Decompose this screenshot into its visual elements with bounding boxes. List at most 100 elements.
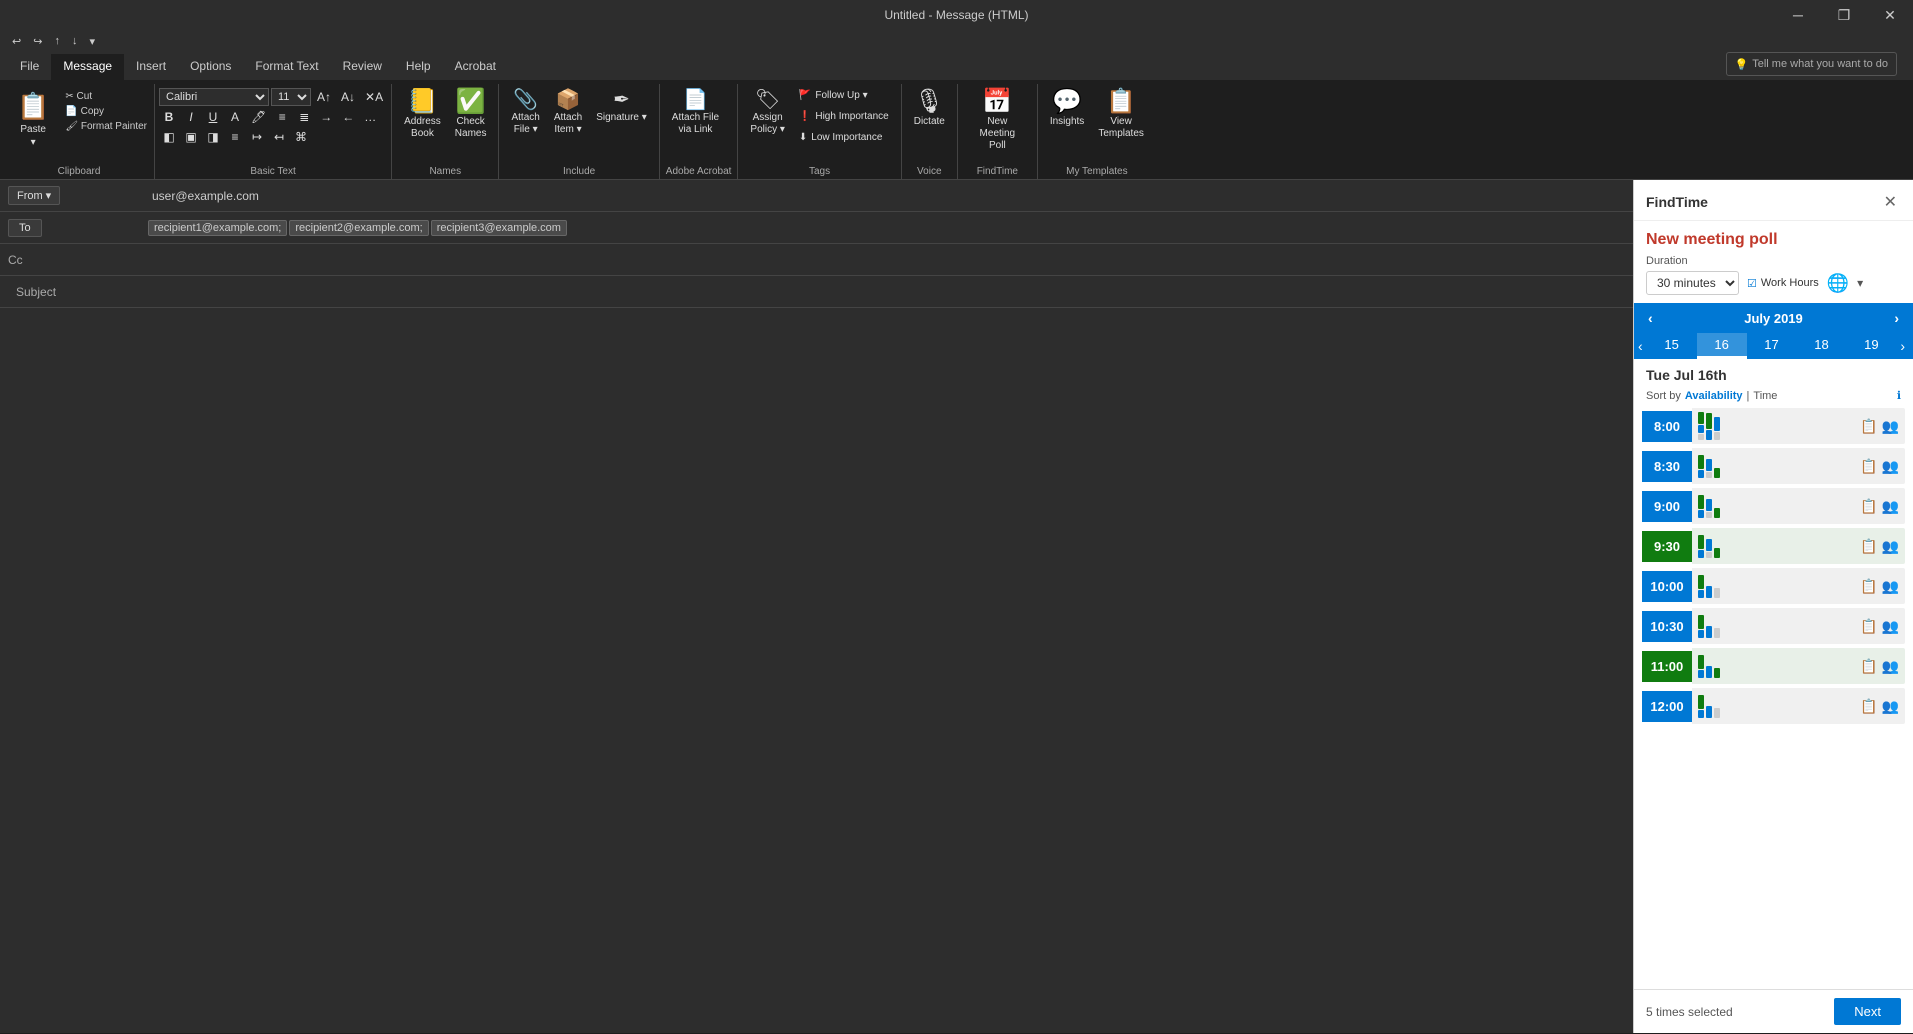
time-slot-1030-label[interactable]: 10:30: [1642, 611, 1692, 642]
qa-down[interactable]: ↓: [68, 33, 82, 49]
minimize-button[interactable]: ─: [1775, 0, 1821, 30]
outdent-button[interactable]: ←: [338, 108, 358, 126]
low-importance-button[interactable]: ⬇ Low Importance: [793, 128, 895, 147]
date-col-15[interactable]: 15: [1647, 333, 1697, 359]
signature-button[interactable]: ✒ Signature ▾: [590, 86, 653, 128]
slot-1030-copy-icon[interactable]: 📋: [1860, 618, 1877, 635]
cc-input[interactable]: [148, 251, 1625, 269]
numbered-list-button[interactable]: ≣: [294, 108, 314, 126]
format-painter-button[interactable]: 🖌 Format Painter: [62, 120, 150, 133]
next-button[interactable]: Next: [1834, 998, 1901, 1025]
slot-1200-copy-icon[interactable]: 📋: [1860, 698, 1877, 715]
font-size-select[interactable]: 11: [271, 88, 311, 106]
slot-830-copy-icon[interactable]: 📋: [1860, 458, 1877, 475]
bold-button[interactable]: B: [159, 108, 179, 126]
slot-800-detail-icon[interactable]: 👥: [1882, 418, 1899, 435]
shrink-font-button[interactable]: A↓: [337, 88, 359, 106]
tab-options[interactable]: Options: [178, 54, 243, 80]
paste-button[interactable]: 📋 Paste ▾: [8, 86, 58, 153]
qa-more[interactable]: ▾: [85, 33, 99, 50]
date-col-18[interactable]: 18: [1796, 333, 1846, 359]
time-slot-930-label[interactable]: 9:30: [1642, 531, 1692, 562]
timezone-icon[interactable]: 🌐: [1827, 273, 1849, 294]
tab-insert[interactable]: Insert: [124, 54, 178, 80]
more-para-button[interactable]: ⌘: [291, 128, 311, 146]
subject-input[interactable]: [148, 283, 1625, 301]
insights-button[interactable]: 💬 Insights: [1044, 86, 1090, 132]
date-col-16[interactable]: 16: [1697, 333, 1747, 359]
more-format-button[interactable]: …: [360, 108, 380, 126]
date-col-17[interactable]: 17: [1747, 333, 1797, 359]
time-slot-1200-label[interactable]: 12:00: [1642, 691, 1692, 722]
time-slot-800-label[interactable]: 8:00: [1642, 411, 1692, 442]
slot-800-copy-icon[interactable]: 📋: [1860, 418, 1877, 435]
tab-acrobat[interactable]: Acrobat: [443, 54, 508, 80]
bullet-list-button[interactable]: ≡: [272, 108, 292, 126]
close-button[interactable]: ✕: [1867, 0, 1913, 30]
tab-format-text[interactable]: Format Text: [243, 54, 330, 80]
slot-1030-detail-icon[interactable]: 👥: [1882, 618, 1899, 635]
font-family-select[interactable]: Calibri: [159, 88, 269, 106]
address-book-button[interactable]: 📒 AddressBook: [398, 86, 447, 144]
attach-via-link-button[interactable]: 📄 Attach Filevia Link: [666, 86, 725, 140]
font-color-button[interactable]: A: [225, 108, 245, 126]
align-center-button[interactable]: ▣: [181, 128, 201, 146]
slot-900-copy-icon[interactable]: 📋: [1860, 498, 1877, 515]
slot-830-detail-icon[interactable]: 👥: [1882, 458, 1899, 475]
copy-button[interactable]: 📄 Copy: [62, 105, 150, 118]
cut-button[interactable]: ✂ Cut: [62, 90, 150, 103]
date-col-19[interactable]: 19: [1846, 333, 1896, 359]
timezone-dropdown-icon[interactable]: ▾: [1857, 276, 1863, 290]
time-slot-900-label[interactable]: 9:00: [1642, 491, 1692, 522]
increase-indent-button[interactable]: ↦: [247, 128, 267, 146]
slot-1000-detail-icon[interactable]: 👥: [1882, 578, 1899, 595]
restore-button[interactable]: ❐: [1821, 0, 1867, 30]
clear-format-button[interactable]: ✕A: [361, 88, 387, 106]
italic-button[interactable]: I: [181, 108, 201, 126]
slot-1000-copy-icon[interactable]: 📋: [1860, 578, 1877, 595]
high-importance-button[interactable]: ❗ High Importance: [793, 107, 895, 126]
qa-undo[interactable]: ↩: [8, 33, 25, 50]
grow-font-button[interactable]: A↑: [313, 88, 335, 106]
tab-file[interactable]: File: [8, 54, 51, 80]
calendar-next-button[interactable]: ›: [1888, 308, 1905, 328]
date-scroll-right[interactable]: ›: [1896, 333, 1909, 359]
to-button[interactable]: To: [8, 219, 42, 237]
attach-item-button[interactable]: 📦 AttachItem ▾: [548, 86, 588, 140]
date-scroll-left[interactable]: ‹: [1634, 333, 1647, 359]
assign-policy-button[interactable]: 🏷 AssignPolicy ▾: [744, 86, 790, 140]
compose-body[interactable]: [0, 308, 1633, 1033]
qa-up[interactable]: ↑: [50, 33, 64, 49]
follow-up-button[interactable]: 🚩 Follow Up ▾: [793, 86, 895, 105]
findtime-close-button[interactable]: ✕: [1880, 190, 1901, 214]
slot-930-detail-icon[interactable]: 👥: [1882, 538, 1899, 555]
time-slot-1000-label[interactable]: 10:00: [1642, 571, 1692, 602]
slot-1100-copy-icon[interactable]: 📋: [1860, 658, 1877, 675]
align-left-button[interactable]: ◧: [159, 128, 179, 146]
slot-900-detail-icon[interactable]: 👥: [1882, 498, 1899, 515]
from-address-input[interactable]: [148, 187, 1625, 205]
tab-review[interactable]: Review: [331, 54, 394, 80]
align-right-button[interactable]: ◨: [203, 128, 223, 146]
from-dropdown-button[interactable]: From ▾: [8, 186, 60, 205]
tab-help[interactable]: Help: [394, 54, 443, 80]
sort-info-icon[interactable]: ℹ: [1897, 389, 1901, 402]
sort-availability-link[interactable]: Availability: [1685, 390, 1743, 402]
sort-time-link[interactable]: Time: [1753, 390, 1777, 402]
indent-button[interactable]: →: [316, 108, 336, 126]
time-slot-830-label[interactable]: 8:30: [1642, 451, 1692, 482]
underline-button[interactable]: U: [203, 108, 223, 126]
attach-file-button[interactable]: 📎 AttachFile ▾: [505, 86, 545, 140]
slot-930-copy-icon[interactable]: 📋: [1860, 538, 1877, 555]
duration-select[interactable]: 30 minutes 15 minutes 1 hour: [1646, 271, 1739, 295]
view-templates-button[interactable]: 📋 ViewTemplates: [1092, 86, 1150, 144]
qa-redo[interactable]: ↪: [29, 33, 46, 50]
new-meeting-poll-button[interactable]: 📅 NewMeeting Poll: [964, 86, 1031, 156]
slot-1200-detail-icon[interactable]: 👥: [1882, 698, 1899, 715]
highlight-button[interactable]: 🖊: [247, 108, 270, 126]
calendar-prev-button[interactable]: ‹: [1642, 308, 1659, 328]
tab-message[interactable]: Message: [51, 54, 124, 80]
slot-1100-detail-icon[interactable]: 👥: [1882, 658, 1899, 675]
dictate-button[interactable]: 🎙 Dictate: [908, 86, 951, 132]
decrease-indent-button[interactable]: ↤: [269, 128, 289, 146]
